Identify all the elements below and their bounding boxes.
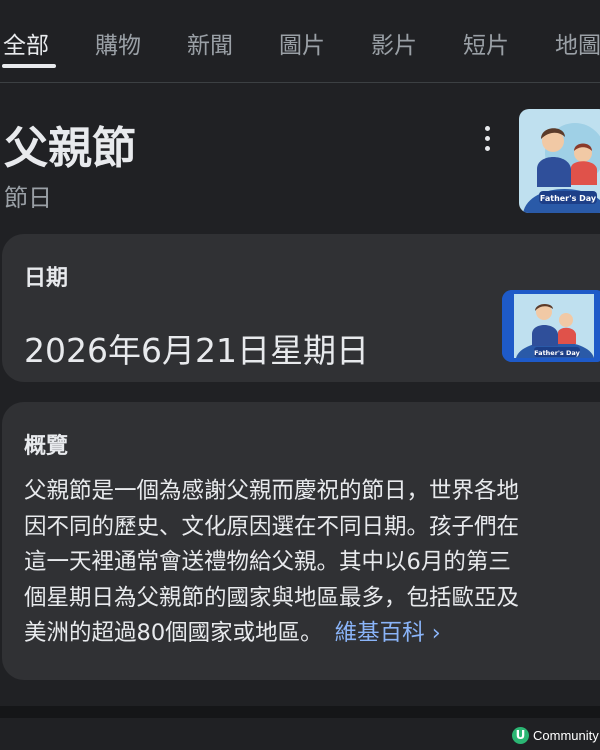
overview-line: 因不同的歷史、文化原因選在不同日期。孩子們在 bbox=[24, 513, 520, 540]
more-options-icon[interactable] bbox=[478, 124, 496, 154]
active-tab-indicator bbox=[2, 64, 56, 68]
overview-label: 概覽 bbox=[24, 434, 69, 459]
tab-news[interactable]: 新聞 bbox=[187, 26, 233, 60]
overview-line: 美洲的超過80個國家或地區。 bbox=[24, 620, 323, 646]
search-tabs: 全部 購物 新聞 圖片 影片 短片 地圖 bbox=[0, 0, 600, 83]
overview-line: 個星期日為父親節的國家與地區最多，包括歐亞及 bbox=[24, 584, 520, 611]
overview-line: 這一天裡通常會送禮物給父親。其中以6月的第三 bbox=[24, 549, 511, 575]
overview-description: 父親節是一個為感謝父親而慶祝的節日，世界各地 因不同的歷史、文化原因選在不同日期… bbox=[24, 474, 600, 652]
fathers-day-image[interactable]: Father's Day bbox=[519, 109, 600, 213]
tab-images[interactable]: 圖片 bbox=[279, 26, 325, 60]
overview-line: 父親節是一個為感謝父親而慶祝的節日，世界各地 bbox=[24, 478, 520, 504]
entity-type: 節日 bbox=[4, 184, 52, 212]
date-label: 日期 bbox=[24, 266, 69, 291]
overview-card: 概覽 父親節是一個為感謝父親而慶祝的節日，世界各地 因不同的歷史、文化原因選在不… bbox=[2, 402, 600, 680]
tab-short-videos[interactable]: 短片 bbox=[463, 26, 509, 60]
date-value: 2026年6月21日星期日 bbox=[24, 331, 369, 370]
watermark-text: Community bbox=[533, 727, 599, 743]
bottom-divider bbox=[0, 706, 600, 718]
date-thumbnail-caption: Father's Day bbox=[534, 349, 580, 357]
page-title: 父親節 bbox=[4, 123, 136, 174]
thumbnail-caption: Father's Day bbox=[540, 194, 597, 203]
wikipedia-link[interactable]: 維基百科 › bbox=[335, 620, 441, 646]
tab-videos[interactable]: 影片 bbox=[371, 26, 417, 60]
tab-shopping[interactable]: 購物 bbox=[95, 26, 141, 60]
date-card: 日期 2026年6月21日星期日 Father's Day bbox=[2, 234, 600, 382]
date-thumbnail-image[interactable]: Father's Day bbox=[502, 290, 600, 362]
tab-maps[interactable]: 地圖 bbox=[555, 26, 600, 60]
overview-last-line: 美洲的超過80個國家或地區。 維基百科 › bbox=[24, 616, 600, 652]
tab-all[interactable]: 全部 bbox=[3, 26, 49, 60]
u-community-logo-icon: U bbox=[512, 726, 529, 744]
watermark: U Community bbox=[512, 725, 599, 745]
